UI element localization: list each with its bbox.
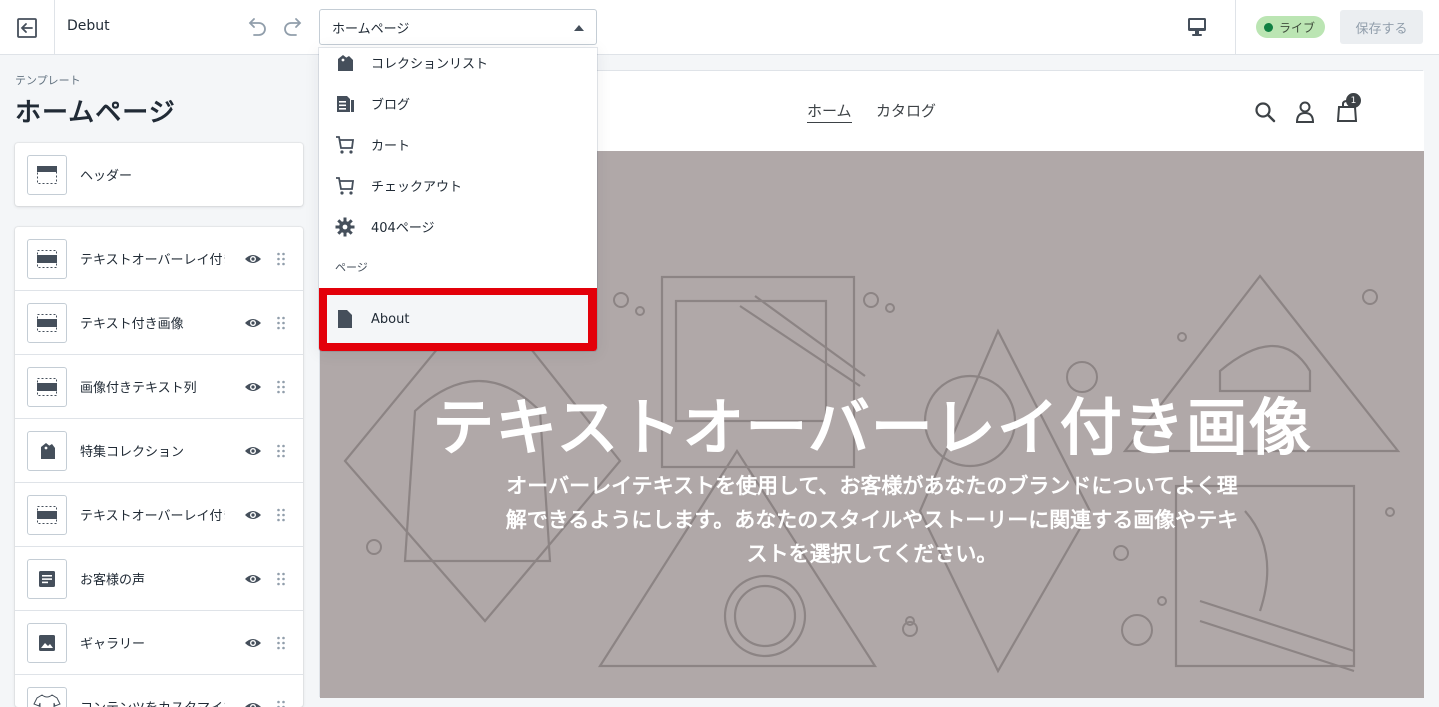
image-icon: [27, 622, 67, 663]
sidebar-section-label: テンプレート: [15, 74, 81, 87]
dropdown-item-checkout[interactable]: チェックアウト: [319, 165, 597, 206]
dropdown-item-label: カート: [371, 139, 411, 154]
dropdown-item-about-highlight: About: [319, 288, 597, 351]
account-icon[interactable]: [1295, 100, 1315, 124]
theme-name: Debut: [67, 18, 110, 34]
sidebar: テンプレート ホームページ ヘッダー テキストオーバーレイ付き画像 テキスト付き…: [0, 56, 318, 707]
sidebar-item-featured-collection[interactable]: 特集コレクション: [15, 419, 303, 483]
dropdown-item-collection-list[interactable]: コレクションリスト: [319, 48, 597, 83]
sidebar-item-label: コンテンツをカスタマイズ: [80, 697, 225, 707]
cart-count-badge: 1: [1346, 93, 1361, 108]
drag-handle-icon[interactable]: [276, 571, 286, 587]
section-list: テキストオーバーレイ付き画像 テキスト付き画像 画像付きテキスト列 特集コレクシ…: [15, 227, 303, 707]
caret-up-icon: [574, 25, 584, 31]
undo-icon[interactable]: [244, 14, 270, 40]
eye-icon[interactable]: [244, 635, 262, 651]
eye-icon[interactable]: [244, 315, 262, 331]
sidebar-item-label: お客様の声: [80, 573, 146, 588]
collection-icon: [27, 430, 67, 471]
document-icon: [27, 558, 67, 599]
eye-icon[interactable]: [244, 251, 262, 267]
sidebar-item-image-overlay[interactable]: テキストオーバーレイ付き画像: [15, 227, 303, 291]
shirt-icon: [27, 686, 67, 707]
drag-handle-icon[interactable]: [276, 699, 286, 707]
sidebar-item-image-with-text[interactable]: テキスト付き画像: [15, 291, 303, 355]
redo-icon[interactable]: [280, 14, 306, 40]
dropdown-item-label: ブログ: [371, 98, 411, 113]
sidebar-item-label: 画像付きテキスト列: [80, 381, 197, 396]
desktop-icon[interactable]: [1184, 14, 1210, 40]
hero-title: テキストオーバーレイ付き画像: [432, 391, 1312, 464]
drag-handle-icon[interactable]: [276, 443, 286, 459]
drag-handle-icon[interactable]: [276, 635, 286, 651]
collection-icon: [335, 53, 355, 73]
section-icon: [27, 238, 67, 279]
dropdown-item-label: About: [371, 311, 410, 327]
dropdown-item-cart[interactable]: カート: [319, 124, 597, 165]
sidebar-item-gallery[interactable]: ギャラリー: [15, 611, 303, 675]
nav-link-catalog[interactable]: カタログ: [876, 100, 936, 121]
dropdown-item-about[interactable]: About: [327, 295, 588, 343]
eye-icon[interactable]: [244, 699, 262, 707]
dropdown-item-label: チェックアウト: [371, 180, 463, 195]
cart-icon: [335, 176, 355, 196]
sidebar-item-text-columns[interactable]: 画像付きテキスト列: [15, 355, 303, 419]
top-bar: Debut ホームページ ライブ 保存する: [0, 0, 1439, 55]
sidebar-item-label: ヘッダー: [80, 169, 133, 184]
drag-handle-icon[interactable]: [276, 507, 286, 523]
eye-icon[interactable]: [244, 443, 262, 459]
eye-icon[interactable]: [244, 507, 262, 523]
sidebar-item-label: ギャラリー: [80, 637, 146, 652]
dropdown-item-404[interactable]: 404ページ: [319, 206, 597, 247]
drag-handle-icon[interactable]: [276, 379, 286, 395]
template-dropdown: コレクションリスト ブログ カート チェックアウト 404ページ ページ Abo…: [319, 48, 597, 351]
section-icon: [27, 302, 67, 343]
sidebar-item-testimonials[interactable]: お客様の声: [15, 547, 303, 611]
sidebar-item-image-overlay-2[interactable]: テキストオーバーレイ付き画像: [15, 483, 303, 547]
dropdown-item-blog[interactable]: ブログ: [319, 83, 597, 124]
divider: [1235, 0, 1236, 55]
template-select-value: ホームページ: [332, 21, 410, 37]
search-icon[interactable]: [1254, 101, 1276, 123]
sidebar-item-custom-content[interactable]: コンテンツをカスタマイズ: [15, 675, 303, 707]
sidebar-item-label: テキストオーバーレイ付き画像: [80, 253, 225, 268]
template-select[interactable]: ホームページ: [319, 9, 597, 45]
status-dot-icon: [1264, 22, 1273, 32]
dropdown-item-label: コレクションリスト: [371, 57, 489, 72]
sidebar-item-header[interactable]: ヘッダー: [15, 143, 303, 206]
sidebar-item-label: 特集コレクション: [80, 445, 185, 460]
gear-icon: [335, 217, 355, 237]
nav-link-home[interactable]: ホーム: [807, 100, 852, 123]
page-title: ホームページ: [15, 98, 176, 128]
page-icon: [335, 309, 355, 329]
exit-icon: [17, 17, 37, 38]
cart-icon: [335, 135, 355, 155]
save-button[interactable]: 保存する: [1340, 10, 1423, 44]
sidebar-item-label: テキストオーバーレイ付き画像: [80, 509, 225, 524]
live-badge-label: ライブ: [1279, 20, 1316, 35]
drag-handle-icon[interactable]: [276, 251, 286, 267]
dropdown-item-label: 404ページ: [371, 221, 435, 236]
hero-text: オーバーレイテキストを使用して、お客様があなたのブランドについてよく理解できるよ…: [505, 474, 1239, 566]
exit-button[interactable]: [0, 0, 55, 55]
section-icon: [27, 494, 67, 535]
live-badge: ライブ: [1256, 16, 1326, 38]
header-section-icon: [27, 154, 67, 195]
drag-handle-icon[interactable]: [276, 315, 286, 331]
dropdown-section-label: ページ: [335, 261, 368, 274]
sidebar-item-label: テキスト付き画像: [80, 317, 184, 332]
blog-icon: [335, 94, 355, 114]
section-icon: [27, 366, 67, 407]
eye-icon[interactable]: [244, 571, 262, 587]
eye-icon[interactable]: [244, 379, 262, 395]
